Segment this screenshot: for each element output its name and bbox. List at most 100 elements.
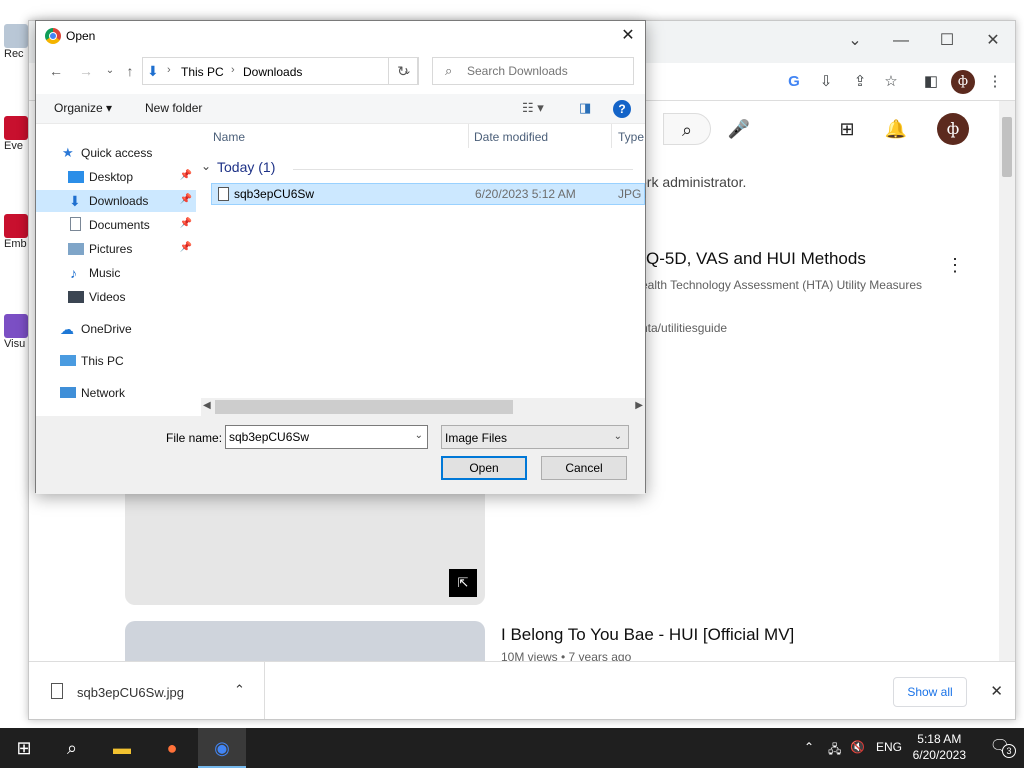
horizontal-scrollbar[interactable]: ◀ ▶: [201, 398, 645, 416]
network-tray-icon[interactable]: 🖧: [828, 740, 841, 761]
file-type: JPG F: [618, 187, 646, 201]
create-icon[interactable]: ⊞: [831, 113, 863, 145]
bookmark-star-icon[interactable]: ☆: [880, 71, 902, 93]
chevron-up-icon[interactable]: ⌃: [804, 740, 814, 754]
notification-icon[interactable]: 🗨 3: [990, 736, 1016, 758]
video-url[interactable]: hta/utilitiesguide: [641, 321, 727, 335]
file-type-select[interactable]: Image Files ⌄: [441, 425, 629, 449]
back-arrow-icon[interactable]: ←: [46, 61, 66, 81]
download-file-name: sqb3epCU6Sw.jpg: [77, 685, 184, 700]
nav-item-documents[interactable]: Documents 📌: [36, 214, 196, 236]
pin-icon: 📌: [179, 170, 192, 181]
file-explorer-icon[interactable]: ▬: [98, 728, 146, 768]
search-box[interactable]: ⌕: [432, 57, 634, 85]
chrome-icon: [45, 28, 61, 44]
nav-label: This PC: [81, 354, 124, 368]
nav-item-desktop[interactable]: Desktop 📌: [36, 166, 196, 188]
recent-dropdown-icon[interactable]: ⌄: [100, 61, 120, 81]
windows-start-icon[interactable]: ⊞: [0, 728, 48, 768]
install-icon[interactable]: ⇩: [815, 71, 837, 93]
nav-item-videos[interactable]: Videos: [36, 286, 196, 308]
new-folder-button[interactable]: New folder: [145, 101, 202, 115]
pin-icon: 📌: [179, 242, 192, 253]
nav-item-quick-access[interactable]: ★ Quick access: [36, 142, 196, 164]
up-arrow-icon[interactable]: ↑: [120, 61, 140, 81]
chevron-down-icon: ⌄: [201, 159, 212, 173]
search-input[interactable]: [467, 63, 627, 79]
dialog-close-button[interactable]: ✕: [617, 25, 639, 47]
firefox-icon[interactable]: ●: [148, 728, 196, 768]
nav-item-pictures[interactable]: Pictures 📌: [36, 238, 196, 260]
nav-item-this-pc[interactable]: This PC: [36, 350, 196, 372]
download-folder-icon: ⬇: [147, 63, 159, 79]
side-panel-icon[interactable]: ◧: [920, 71, 942, 93]
menu-icon[interactable]: ⋮: [984, 71, 1006, 93]
file-name-input[interactable]: [229, 430, 409, 444]
video-thumbnail[interactable]: [125, 481, 485, 605]
videos-icon: [68, 291, 84, 303]
chevron-up-icon[interactable]: ⌃: [234, 682, 245, 698]
star-icon: ★: [62, 145, 74, 160]
scrollbar-thumb[interactable]: [215, 400, 513, 414]
desktop-icon: [68, 171, 84, 183]
nav-item-downloads[interactable]: ⬇ Downloads 📌: [36, 190, 196, 212]
pictures-icon: [68, 243, 84, 255]
help-icon[interactable]: ?: [613, 100, 631, 118]
search-icon[interactable]: ⌕: [48, 728, 96, 768]
refresh-button[interactable]: ↻: [388, 57, 418, 85]
video-title[interactable]: I Belong To You Bae - HUI [Official MV]: [501, 625, 794, 645]
profile-avatar[interactable]: ф: [951, 70, 975, 94]
tab-search-icon[interactable]: ⌄: [841, 27, 869, 55]
column-divider[interactable]: [468, 124, 469, 148]
file-row[interactable]: sqb3epCU6Sw 6/20/2023 5:12 AM JPG F: [211, 183, 646, 205]
organize-button[interactable]: Organize ▾: [54, 101, 112, 115]
chevron-down-icon[interactable]: ⌄: [415, 430, 423, 441]
dialog-footer: File name: ⌄ Image Files ⌄ Open Cancel: [36, 416, 645, 494]
nav-item-onedrive[interactable]: ☁ OneDrive: [36, 318, 196, 340]
nav-item-network[interactable]: Network: [36, 382, 196, 404]
column-divider[interactable]: [611, 124, 612, 148]
maximize-button[interactable]: ☐: [933, 27, 961, 55]
bell-icon[interactable]: 🔔: [880, 113, 912, 145]
breadcrumb-this-pc[interactable]: This PC: [181, 65, 224, 79]
music-icon: ♪: [70, 265, 77, 281]
column-header-type[interactable]: Type: [618, 130, 644, 154]
preview-pane-icon[interactable]: ◨: [579, 100, 591, 116]
column-header-name[interactable]: Name: [213, 130, 245, 154]
search-icon[interactable]: ⌕: [663, 113, 711, 145]
nav-label: Documents: [89, 218, 150, 232]
vertical-scrollbar[interactable]: [999, 101, 1015, 681]
google-icon[interactable]: G: [783, 71, 805, 93]
open-external-icon[interactable]: ⇱: [449, 569, 477, 597]
file-name-field[interactable]: ⌄: [225, 425, 428, 449]
youtube-avatar[interactable]: ф: [937, 113, 969, 145]
more-options-icon[interactable]: ⋮: [939, 249, 971, 281]
close-icon[interactable]: ✕: [990, 682, 1003, 700]
scroll-left-icon[interactable]: ◀: [203, 400, 211, 411]
column-header-date[interactable]: Date modified: [474, 130, 548, 154]
open-button[interactable]: Open: [441, 456, 527, 480]
share-icon[interactable]: ⇪: [849, 71, 871, 93]
mic-icon[interactable]: 🎤: [723, 113, 755, 145]
clock[interactable]: 5:18 AM 6/20/2023: [913, 731, 966, 763]
nav-item-music[interactable]: ♪ Music: [36, 262, 196, 284]
language-indicator[interactable]: ENG: [876, 740, 902, 754]
chrome-taskbar-icon[interactable]: ◉: [198, 728, 246, 768]
scrollbar-thumb[interactable]: [1002, 117, 1012, 177]
view-options-icon[interactable]: ☷ ▾: [522, 100, 544, 116]
minimize-button[interactable]: —: [887, 27, 915, 55]
breadcrumb-downloads[interactable]: Downloads: [243, 65, 302, 79]
cancel-button[interactable]: Cancel: [541, 456, 627, 480]
dialog-command-bar: Organize ▾ New folder ☷ ▾ ◨ ?: [36, 94, 645, 124]
address-bar[interactable]: ⬇ › This PC › Downloads ⌄: [142, 57, 419, 85]
download-item[interactable]: sqb3epCU6Sw.jpg ⌃: [29, 662, 265, 719]
group-label: Today (1): [217, 159, 276, 175]
volume-muted-icon[interactable]: 🔇: [850, 740, 865, 754]
scroll-right-icon[interactable]: ▶: [635, 400, 643, 411]
video-title[interactable]: Q-5D, VAS and HUI Methods: [646, 249, 866, 269]
group-header-today[interactable]: ⌄ Today (1): [201, 158, 645, 180]
close-button[interactable]: ✕: [979, 27, 1007, 55]
show-all-button[interactable]: Show all: [893, 677, 967, 707]
forward-arrow-icon[interactable]: →: [76, 61, 96, 81]
dialog-titlebar: Open ✕: [36, 21, 645, 51]
